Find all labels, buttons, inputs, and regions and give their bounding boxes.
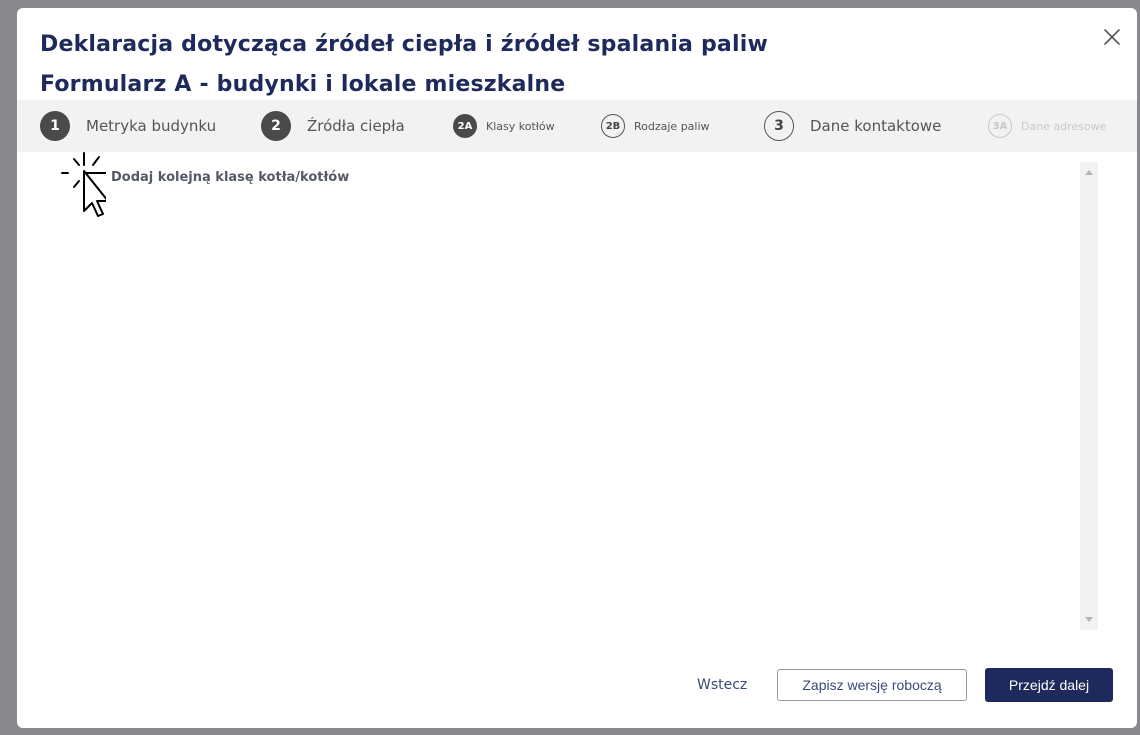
back-button[interactable]: Wstecz bbox=[697, 668, 747, 702]
step-dane-adresowe: 3A Dane adresowe bbox=[988, 100, 1106, 152]
step-number-badge: 2A bbox=[453, 114, 477, 138]
step-metryka-budynku[interactable]: 1 Metryka budynku bbox=[40, 100, 216, 152]
vertical-scrollbar[interactable] bbox=[1080, 162, 1098, 630]
step-label: Źródła ciepła bbox=[307, 117, 405, 135]
step-label: Klasy kotłów bbox=[486, 119, 555, 133]
step-number-badge: 2 bbox=[261, 111, 291, 141]
form-stepper: 1 Metryka budynku 2 Źródła ciepła 2A Kla… bbox=[17, 100, 1137, 152]
step-klasy-kotlow[interactable]: 2A Klasy kotłów bbox=[453, 100, 555, 152]
step-label: Dane kontaktowe bbox=[810, 117, 942, 135]
save-draft-button[interactable]: Zapisz wersję roboczą bbox=[777, 669, 967, 701]
step-label: Rodzaje paliw bbox=[634, 119, 710, 133]
next-button[interactable]: Przejdź dalej bbox=[985, 668, 1113, 702]
step-zrodla-ciepla[interactable]: 2 Źródła ciepła bbox=[261, 100, 405, 152]
step-rodzaje-paliw[interactable]: 2B Rodzaje paliw bbox=[601, 100, 710, 152]
declaration-modal: Deklaracja dotycząca źródeł ciepła i źró… bbox=[17, 8, 1137, 728]
step-number-badge: 2B bbox=[601, 114, 625, 138]
step-label: Metryka budynku bbox=[86, 117, 217, 135]
modal-subtitle: Formularz A - budynki i lokale mieszkaln… bbox=[40, 72, 566, 97]
close-icon bbox=[1104, 29, 1120, 45]
modal-title: Deklaracja dotycząca źródeł ciepła i źró… bbox=[40, 32, 768, 57]
scroll-down-icon[interactable] bbox=[1085, 617, 1093, 622]
step-number-badge: 1 bbox=[40, 111, 70, 141]
scroll-up-icon[interactable] bbox=[1085, 170, 1093, 175]
step-number-badge: 3A bbox=[988, 114, 1012, 138]
step-label: Dane adresowe bbox=[1021, 119, 1107, 133]
step-dane-kontaktowe[interactable]: 3 Dane kontaktowe bbox=[764, 100, 941, 152]
modal-footer: Wstecz Zapisz wersję roboczą Przejdź dal… bbox=[17, 668, 1137, 702]
form-content: Dodaj kolejną klasę kotła/kotłów bbox=[17, 152, 1137, 642]
add-boiler-class-link[interactable]: Dodaj kolejną klasę kotła/kotłów bbox=[111, 170, 349, 185]
step-number-badge: 3 bbox=[764, 111, 794, 141]
close-button[interactable] bbox=[1101, 26, 1123, 48]
